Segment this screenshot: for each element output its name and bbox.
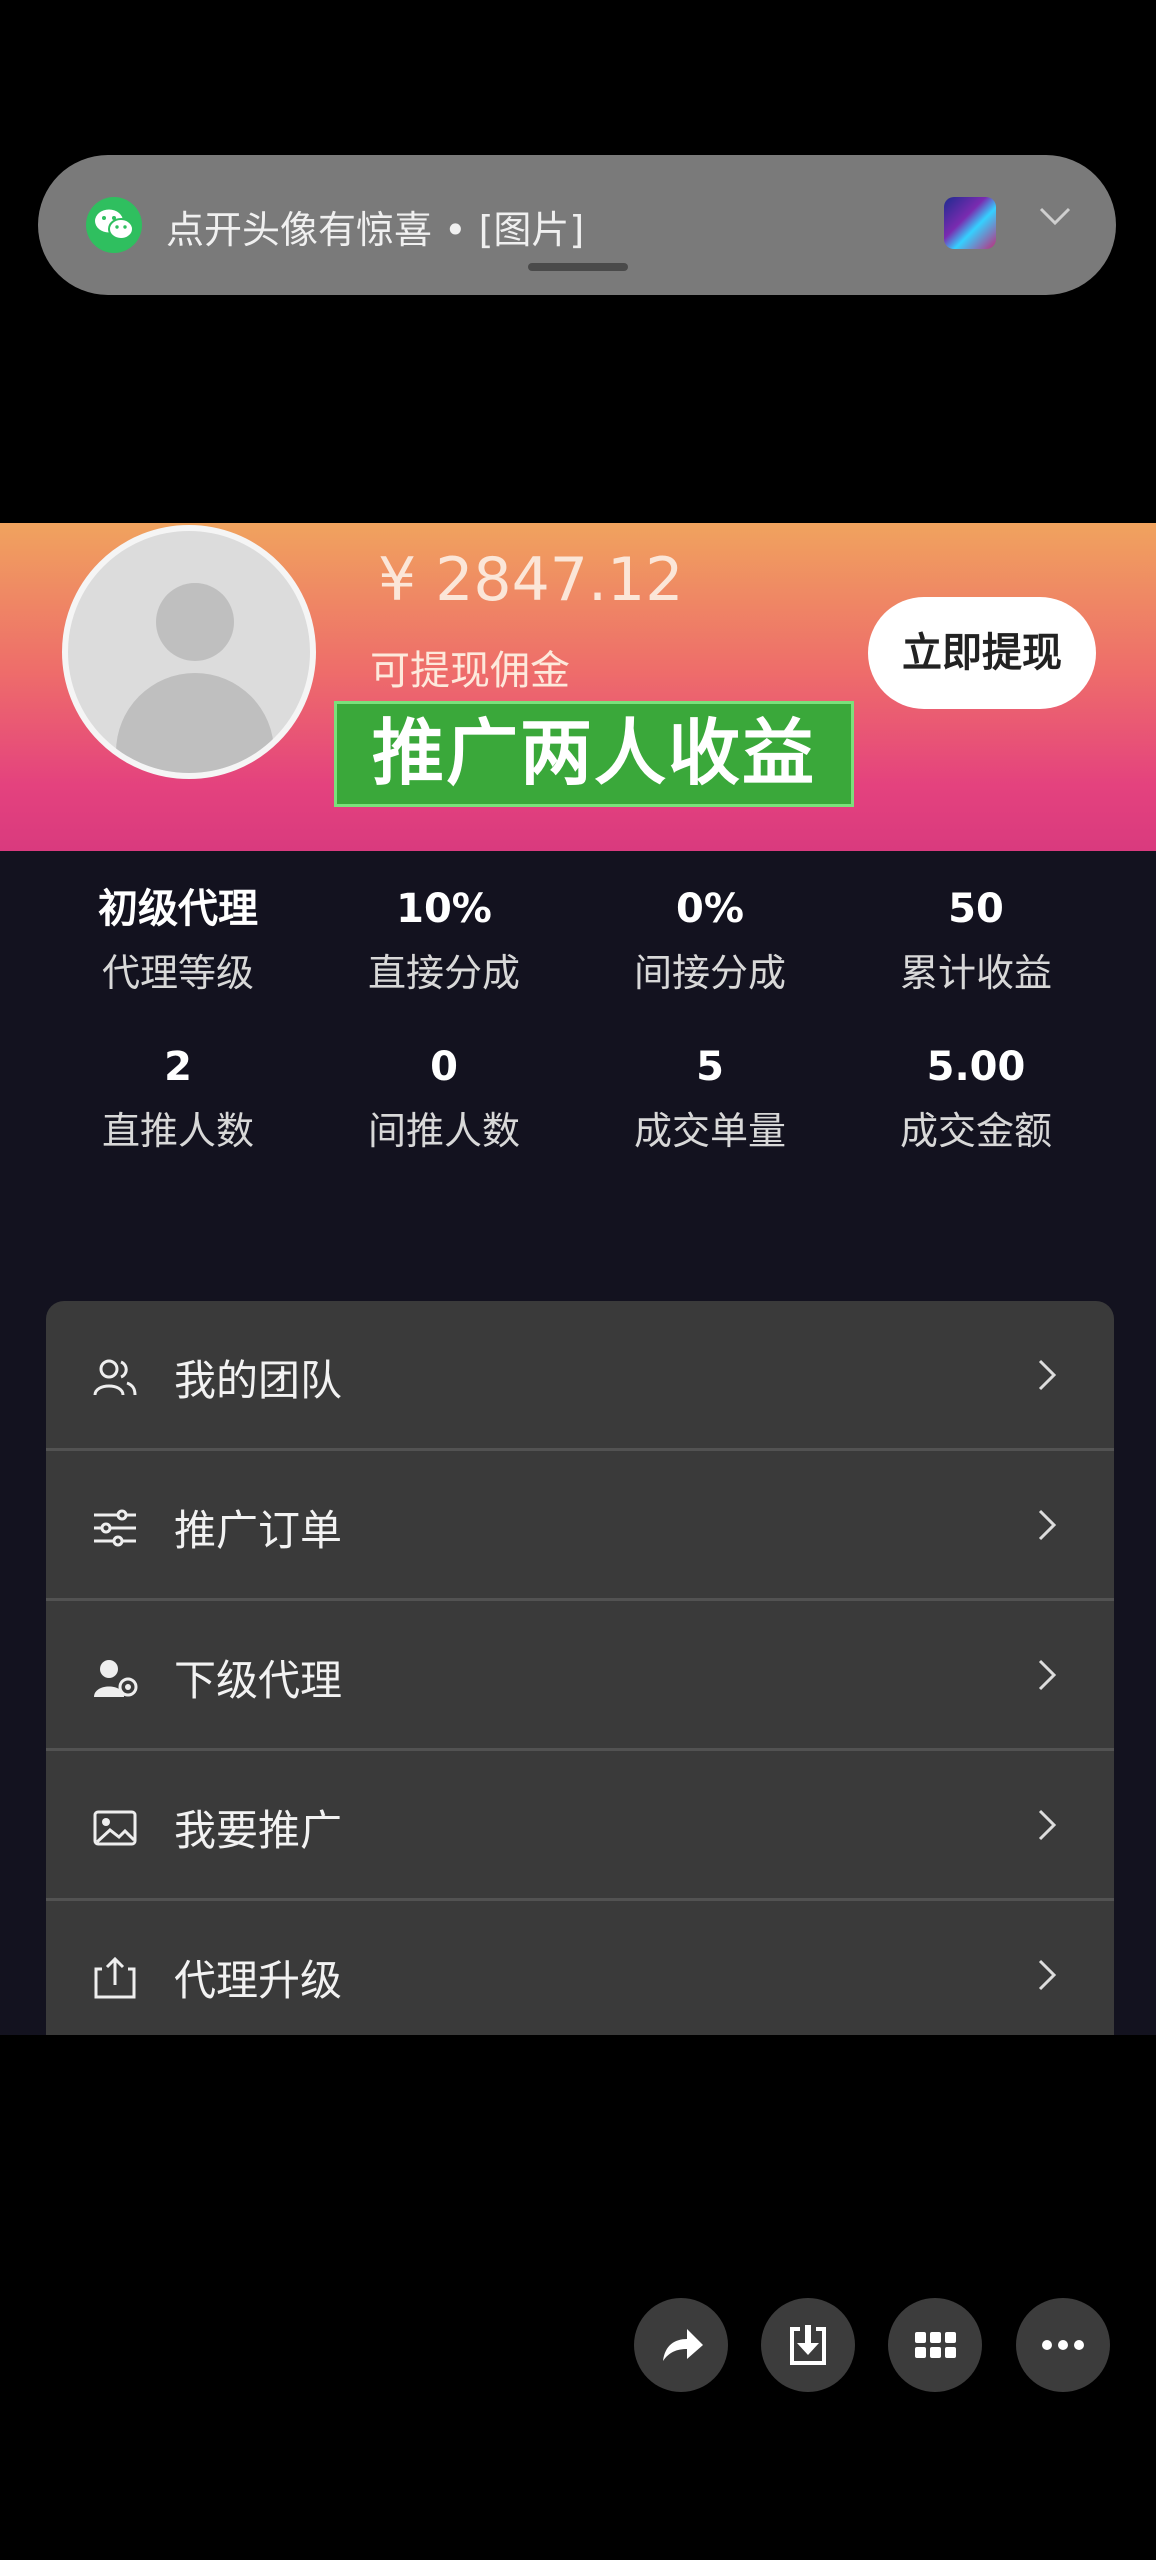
team-icon xyxy=(93,1359,137,1396)
chevron-down-icon[interactable] xyxy=(1038,205,1072,227)
chevron-right-icon xyxy=(1038,1809,1057,1841)
sub-agent-icon xyxy=(94,1660,138,1697)
more-icon xyxy=(1042,2340,1084,2350)
download-button[interactable] xyxy=(761,2298,855,2392)
stat-order-amount: 5.00 成交金额 xyxy=(899,1044,1052,1153)
menu-item-agent-upgrade[interactable]: 代理升级 xyxy=(46,1901,1114,2035)
menu-item-sub-agents[interactable]: 下级代理 xyxy=(46,1601,1114,1751)
stats-panel: 初级代理 代理等级 10% 直接分成 0% 间接分成 50 累计收益 2 直推人数 0 间推… xyxy=(0,851,1156,2035)
apps-button[interactable] xyxy=(888,2298,982,2392)
menu-item-label: 代理升级 xyxy=(174,1956,343,2005)
app-screenshot: ¥ 2847.12 可提现佣金 立即提现 推广两人收益 初级代理 代理等级 10%… xyxy=(0,523,1156,2035)
grid-icon xyxy=(915,2332,956,2358)
menu-item-my-team[interactable]: 我的团队 xyxy=(46,1301,1114,1451)
stat-indirect-share: 0% 间接分成 xyxy=(633,886,786,995)
notification-text: 点开头像有惊喜 • [图片] xyxy=(166,208,585,252)
agent-menu: 我的团队 推广订单 下级代理 我要推广 代理升级 xyxy=(46,1301,1114,2035)
stat-direct-share: 10% 直接分成 xyxy=(367,886,520,995)
upload-icon xyxy=(94,1956,136,1999)
stat-total-earnings: 50 累计收益 xyxy=(899,886,1052,995)
menu-item-promote[interactable]: 我要推广 xyxy=(46,1751,1114,1901)
sliders-icon xyxy=(94,1509,136,1547)
promo-overlay-text: 推广两人收益 xyxy=(334,701,854,807)
withdraw-button[interactable]: 立即提现 xyxy=(868,597,1096,709)
chevron-right-icon xyxy=(1038,1659,1057,1691)
share-button[interactable] xyxy=(634,2298,728,2392)
balance-label: 可提现佣金 xyxy=(370,648,570,694)
balance-amount: ¥ 2847.12 xyxy=(378,545,684,615)
drag-handle[interactable] xyxy=(528,263,628,271)
header-banner: ¥ 2847.12 可提现佣金 立即提现 推广两人收益 xyxy=(0,523,1156,851)
share-icon xyxy=(663,2329,703,2361)
chevron-right-icon xyxy=(1038,1959,1057,1991)
notification-thumbnail xyxy=(944,197,996,249)
menu-item-label: 我要推广 xyxy=(174,1806,343,1855)
wechat-icon xyxy=(86,197,142,253)
chevron-right-icon xyxy=(1038,1509,1057,1541)
menu-item-promo-orders[interactable]: 推广订单 xyxy=(46,1451,1114,1601)
more-button[interactable] xyxy=(1016,2298,1110,2392)
menu-item-label: 推广订单 xyxy=(174,1506,343,1555)
menu-item-label: 我的团队 xyxy=(174,1356,343,1405)
image-icon xyxy=(93,1810,137,1846)
menu-item-label: 下级代理 xyxy=(174,1656,343,1705)
chevron-right-icon xyxy=(1038,1359,1057,1391)
avatar[interactable] xyxy=(62,525,316,779)
notification-banner[interactable]: 点开头像有惊喜 • [图片] xyxy=(38,155,1116,295)
stat-indirect-referrals: 0 间推人数 xyxy=(367,1044,520,1153)
stat-direct-referrals: 2 直推人数 xyxy=(101,1044,254,1153)
download-icon xyxy=(790,2325,826,2365)
stat-order-count: 5 成交单量 xyxy=(633,1044,786,1153)
stat-agent-level: 初级代理 代理等级 xyxy=(98,886,258,995)
